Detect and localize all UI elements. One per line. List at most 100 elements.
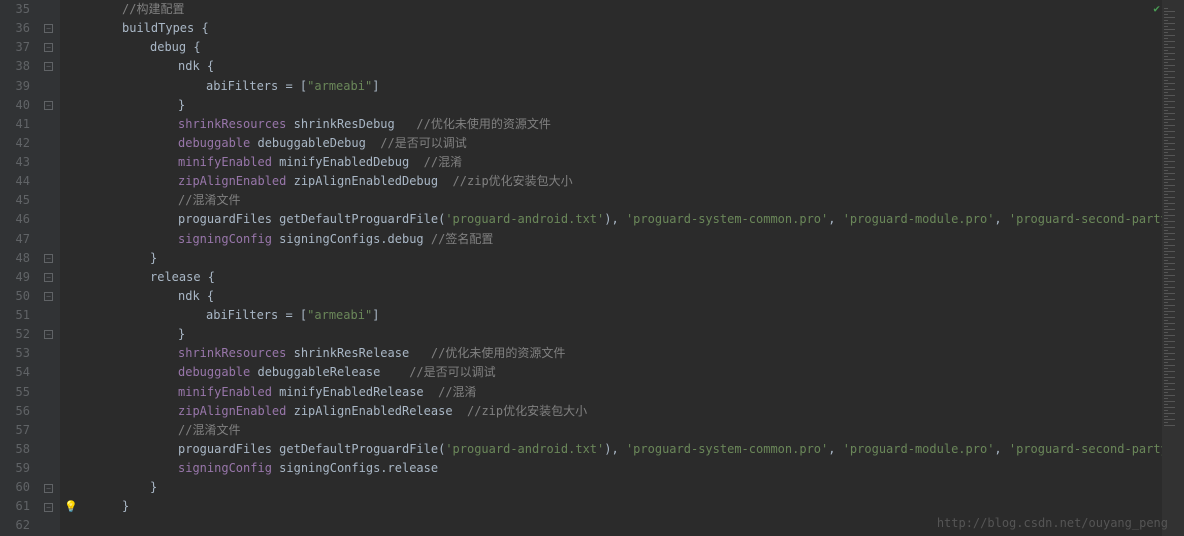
- minimap-row: [1164, 188, 1168, 189]
- minimap-row: [1164, 311, 1175, 312]
- code-line[interactable]: ndk {: [66, 57, 1162, 76]
- minimap-row: [1164, 266, 1168, 267]
- fold-open-icon[interactable]: −: [44, 273, 53, 282]
- code-area[interactable]: //构建配置buildTypes {debug {ndk {abiFilters…: [60, 0, 1162, 536]
- line-number: 55: [0, 383, 30, 402]
- minimap-row: [1164, 413, 1175, 414]
- minimap-row: [1164, 224, 1168, 225]
- code-line[interactable]: }: [66, 249, 1162, 268]
- code-line[interactable]: //混淆文件: [66, 421, 1162, 440]
- token-comment: //优化未使用的资源文件: [431, 346, 565, 360]
- minimap-row: [1164, 29, 1175, 30]
- code-line[interactable]: zipAlignEnabled zipAlignEnabledRelease /…: [66, 402, 1162, 421]
- minimap-row: [1164, 215, 1175, 216]
- minimap-row: [1164, 278, 1168, 279]
- minimap-row: [1164, 167, 1175, 168]
- token-comment: //构建配置: [122, 2, 184, 16]
- code-line[interactable]: abiFilters = ["armeabi"]: [66, 306, 1162, 325]
- minimap-row: [1164, 77, 1175, 78]
- minimap-row: [1164, 386, 1168, 387]
- minimap-row: [1164, 392, 1168, 393]
- token-plain: }: [150, 251, 157, 265]
- minimap-row: [1164, 419, 1175, 420]
- fold-open-icon[interactable]: −: [44, 62, 53, 71]
- token-str: 'proguard-system-common.pro': [626, 442, 828, 456]
- fold-open-icon[interactable]: −: [44, 292, 53, 301]
- code-line[interactable]: buildTypes {: [66, 19, 1162, 38]
- token-comment: //混淆: [424, 155, 462, 169]
- minimap-row: [1164, 263, 1175, 264]
- line-number: 53: [0, 344, 30, 363]
- code-line[interactable]: }: [66, 497, 1162, 516]
- token-comment: //zip优化安装包大小: [453, 174, 573, 188]
- token-ident: signingConfig: [178, 232, 272, 246]
- code-line[interactable]: proguardFiles getDefaultProguardFile('pr…: [66, 210, 1162, 229]
- fold-close-icon[interactable]: −: [44, 101, 53, 110]
- fold-open-icon[interactable]: −: [44, 24, 53, 33]
- minimap-row: [1164, 335, 1175, 336]
- code-line[interactable]: }: [66, 96, 1162, 115]
- code-line[interactable]: shrinkResources shrinkResRelease //优化未使用…: [66, 344, 1162, 363]
- fold-open-icon[interactable]: −: [44, 43, 53, 52]
- minimap-row: [1164, 383, 1175, 384]
- minimap-row: [1164, 101, 1175, 102]
- code-line[interactable]: abiFilters = ["armeabi"]: [66, 77, 1162, 96]
- token-plain: ),: [604, 442, 626, 456]
- code-line[interactable]: }: [66, 325, 1162, 344]
- token-ident: zipAlignEnabled: [178, 174, 286, 188]
- token-str: 'proguard-second-party.pro': [1009, 442, 1162, 456]
- minimap-row: [1164, 338, 1168, 339]
- intention-bulb-icon[interactable]: 💡: [64, 500, 78, 513]
- token-plain: signingConfigs.release: [272, 461, 438, 475]
- code-line[interactable]: debuggable debuggableDebug //是否可以调试: [66, 134, 1162, 153]
- token-plain: release: [150, 270, 208, 284]
- minimap[interactable]: [1162, 0, 1184, 536]
- line-number: 45: [0, 191, 30, 210]
- fold-close-icon[interactable]: −: [44, 503, 53, 512]
- code-editor[interactable]: 3536373839404142434445464748495051525354…: [0, 0, 1184, 536]
- minimap-row: [1164, 350, 1168, 351]
- code-line[interactable]: minifyEnabled minifyEnabledDebug //混淆: [66, 153, 1162, 172]
- token-plain: proguardFiles getDefaultProguardFile(: [178, 442, 445, 456]
- fold-close-icon[interactable]: −: [44, 484, 53, 493]
- code-line[interactable]: debuggable debuggableRelease //是否可以调试: [66, 363, 1162, 382]
- token-plain: shrinkResRelease: [286, 346, 431, 360]
- minimap-row: [1164, 143, 1175, 144]
- code-line[interactable]: //构建配置: [66, 0, 1162, 19]
- code-line[interactable]: //混淆文件: [66, 191, 1162, 210]
- code-line[interactable]: minifyEnabled minifyEnabledRelease //混淆: [66, 383, 1162, 402]
- code-line[interactable]: release {: [66, 268, 1162, 287]
- minimap-row: [1164, 254, 1168, 255]
- minimap-row: [1164, 230, 1168, 231]
- token-plain: ]: [372, 79, 379, 93]
- code-line[interactable]: signingConfig signingConfigs.release: [66, 459, 1162, 478]
- token-comment: //是否可以调试: [409, 365, 495, 379]
- minimap-row: [1164, 83, 1175, 84]
- minimap-row: [1164, 59, 1175, 60]
- code-line[interactable]: signingConfig signingConfigs.debug //签名配…: [66, 230, 1162, 249]
- code-line[interactable]: shrinkResources shrinkResDebug //优化未使用的资…: [66, 115, 1162, 134]
- minimap-row: [1164, 260, 1168, 261]
- line-number: 36: [0, 19, 30, 38]
- fold-close-icon[interactable]: −: [44, 330, 53, 339]
- fold-column[interactable]: − − − − − − − − − −: [40, 0, 60, 536]
- minimap-row: [1164, 245, 1175, 246]
- code-line[interactable]: proguardFiles getDefaultProguardFile( 'pr…: [66, 440, 1162, 459]
- token-plain: ndk: [178, 59, 207, 73]
- code-line[interactable]: debug {: [66, 38, 1162, 57]
- minimap-row: [1164, 323, 1175, 324]
- minimap-row: [1164, 251, 1175, 252]
- code-line[interactable]: zipAlignEnabled zipAlignEnabledDebug //z…: [66, 172, 1162, 191]
- minimap-row: [1164, 137, 1175, 138]
- minimap-row: [1164, 200, 1168, 201]
- minimap-row: [1164, 86, 1168, 87]
- code-line[interactable]: ndk {: [66, 287, 1162, 306]
- token-comment: //混淆文件: [178, 423, 240, 437]
- code-line[interactable]: }: [66, 478, 1162, 497]
- minimap-row: [1164, 212, 1168, 213]
- token-comment: //混淆: [438, 385, 476, 399]
- minimap-row: [1164, 176, 1168, 177]
- fold-close-icon[interactable]: −: [44, 254, 53, 263]
- minimap-row: [1164, 71, 1175, 72]
- minimap-row: [1164, 44, 1168, 45]
